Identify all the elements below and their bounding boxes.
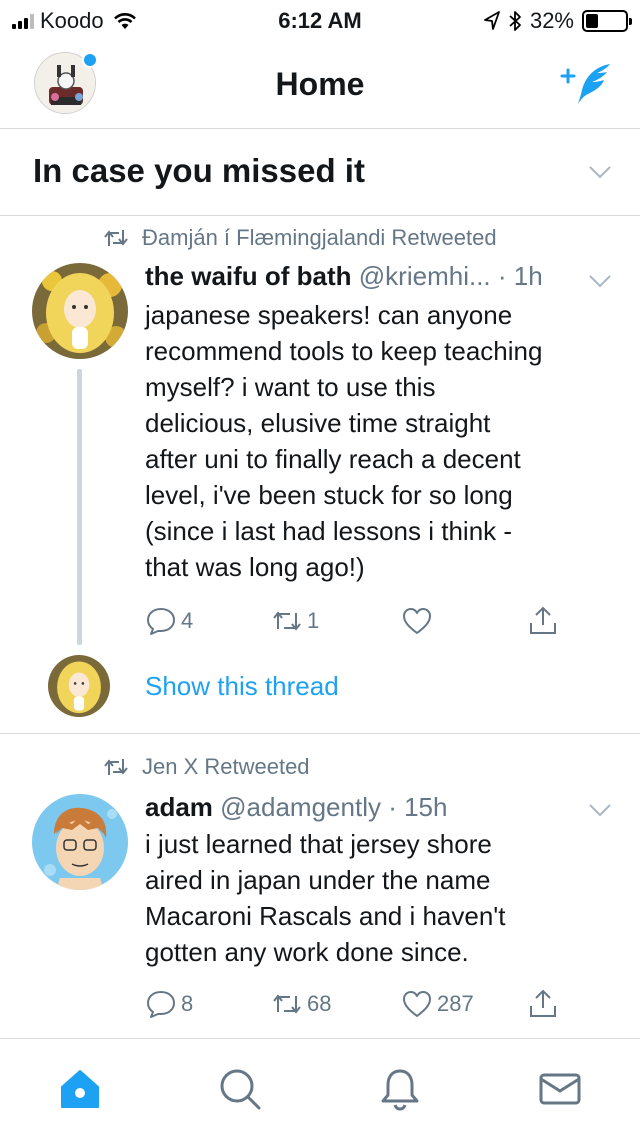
retweet-icon bbox=[273, 994, 301, 1014]
tab-bar bbox=[0, 1038, 640, 1136]
location-arrow-icon bbox=[484, 11, 500, 30]
retweet-icon bbox=[273, 611, 301, 631]
author-handle[interactable]: @kriemhi... bbox=[359, 261, 491, 291]
compose-tweet-icon[interactable] bbox=[560, 60, 612, 106]
notifications-icon[interactable] bbox=[378, 1067, 422, 1111]
tweet-text: japanese speakers! can anyone recommend … bbox=[145, 297, 615, 585]
like-count: 287 bbox=[437, 991, 474, 1016]
like-button[interactable]: 287 bbox=[401, 988, 474, 1020]
tweet-text-line: level, i've been stuck for so long bbox=[145, 480, 513, 510]
chevron-down-icon[interactable] bbox=[588, 269, 612, 293]
retweet-button[interactable]: 68 bbox=[271, 988, 331, 1020]
status-bar: Koodo 6:12 AM 32% bbox=[0, 0, 640, 40]
reply-button[interactable]: 4 bbox=[145, 605, 193, 637]
share-button[interactable] bbox=[527, 988, 563, 1020]
tweet-header: adam @adamgently · 15h bbox=[145, 792, 610, 823]
section-title: In case you missed it bbox=[33, 152, 365, 189]
retweet-icon bbox=[104, 230, 128, 246]
messages-icon[interactable] bbox=[538, 1067, 582, 1111]
retweet-button[interactable]: 1 bbox=[271, 605, 319, 637]
thread-avatar[interactable] bbox=[48, 655, 110, 717]
share-icon bbox=[530, 606, 556, 634]
retweet-context: Jen X Retweeted bbox=[104, 754, 310, 780]
nav-bar: Home bbox=[0, 40, 640, 129]
reply-icon bbox=[147, 608, 175, 635]
tweet-text-line: i just learned that jersey shore bbox=[145, 829, 492, 859]
tweet-text-line: that was long ago!) bbox=[145, 552, 365, 582]
battery-percent: 32% bbox=[529, 8, 574, 33]
chevron-down-icon[interactable] bbox=[588, 160, 612, 184]
author-name[interactable]: adam bbox=[145, 792, 213, 822]
tweet-actions: 4 1 bbox=[145, 605, 585, 641]
author-handle[interactable]: @adamgently bbox=[220, 792, 381, 822]
tweet[interactable]: Jen X Retweeted adam @adamgently · 15h i… bbox=[0, 734, 640, 1036]
share-icon bbox=[530, 989, 556, 1017]
tweet-text-line: japanese speakers! can anyone bbox=[145, 300, 513, 330]
chevron-down-icon[interactable] bbox=[588, 798, 612, 822]
tweet-text-line: gotten any work done since. bbox=[145, 937, 469, 967]
search-icon[interactable] bbox=[218, 1067, 262, 1111]
tweet-time: · 15h bbox=[388, 792, 448, 822]
tweet-actions: 8 68 287 bbox=[145, 988, 585, 1024]
status-right: 32% bbox=[484, 8, 632, 34]
tweet-text: i just learned that jersey shore aired i… bbox=[145, 826, 615, 970]
retweeted-by[interactable]: Jen X Retweeted bbox=[142, 754, 310, 780]
tweet[interactable]: Đamján í Flæmingjalandi Retweeted the wa… bbox=[0, 217, 640, 733]
tweet-text-line: Macaroni Rascals and i haven't bbox=[145, 901, 506, 931]
reply-icon bbox=[147, 991, 175, 1018]
reply-count: 8 bbox=[181, 991, 194, 1016]
like-button[interactable] bbox=[401, 605, 437, 637]
avatar[interactable] bbox=[32, 794, 128, 890]
section-header[interactable]: In case you missed it bbox=[0, 130, 640, 216]
author-name[interactable]: the waifu of bath bbox=[145, 261, 352, 291]
tweet-text-line: myself? i want to use this bbox=[145, 372, 436, 402]
page-title: Home bbox=[275, 66, 365, 102]
tweet-text-line: (since i last had lessons i think - bbox=[145, 516, 513, 546]
retweeted-by[interactable]: Đamján í Flæmingjalandi Retweeted bbox=[142, 225, 497, 251]
show-thread-link[interactable]: Show this thread bbox=[145, 671, 339, 702]
tweet-text-line: delicious, elusive time straight bbox=[145, 408, 491, 438]
share-button[interactable] bbox=[527, 605, 563, 637]
bluetooth-icon bbox=[509, 11, 521, 31]
like-icon bbox=[403, 991, 431, 1017]
retweet-count: 68 bbox=[307, 991, 332, 1016]
tweet-header: the waifu of bath @kriemhi... · 1h bbox=[145, 261, 610, 292]
tweet-text-line: recommend tools to keep teaching bbox=[145, 336, 543, 366]
tweet-time: · 1h bbox=[497, 261, 543, 291]
like-icon bbox=[403, 608, 431, 634]
retweet-context: Đamján í Flæmingjalandi Retweeted bbox=[104, 225, 497, 251]
battery-icon bbox=[582, 10, 632, 32]
avatar[interactable] bbox=[32, 263, 128, 359]
home-icon[interactable] bbox=[58, 1067, 102, 1111]
reply-count: 4 bbox=[181, 608, 194, 633]
tweet-text-line: aired in japan under the name bbox=[145, 865, 491, 895]
tweet-text-line: after uni to finally reach a decent bbox=[145, 444, 521, 474]
retweet-count: 1 bbox=[307, 608, 320, 633]
thread-line bbox=[77, 369, 82, 645]
reply-button[interactable]: 8 bbox=[145, 988, 193, 1020]
retweet-icon bbox=[104, 759, 128, 775]
